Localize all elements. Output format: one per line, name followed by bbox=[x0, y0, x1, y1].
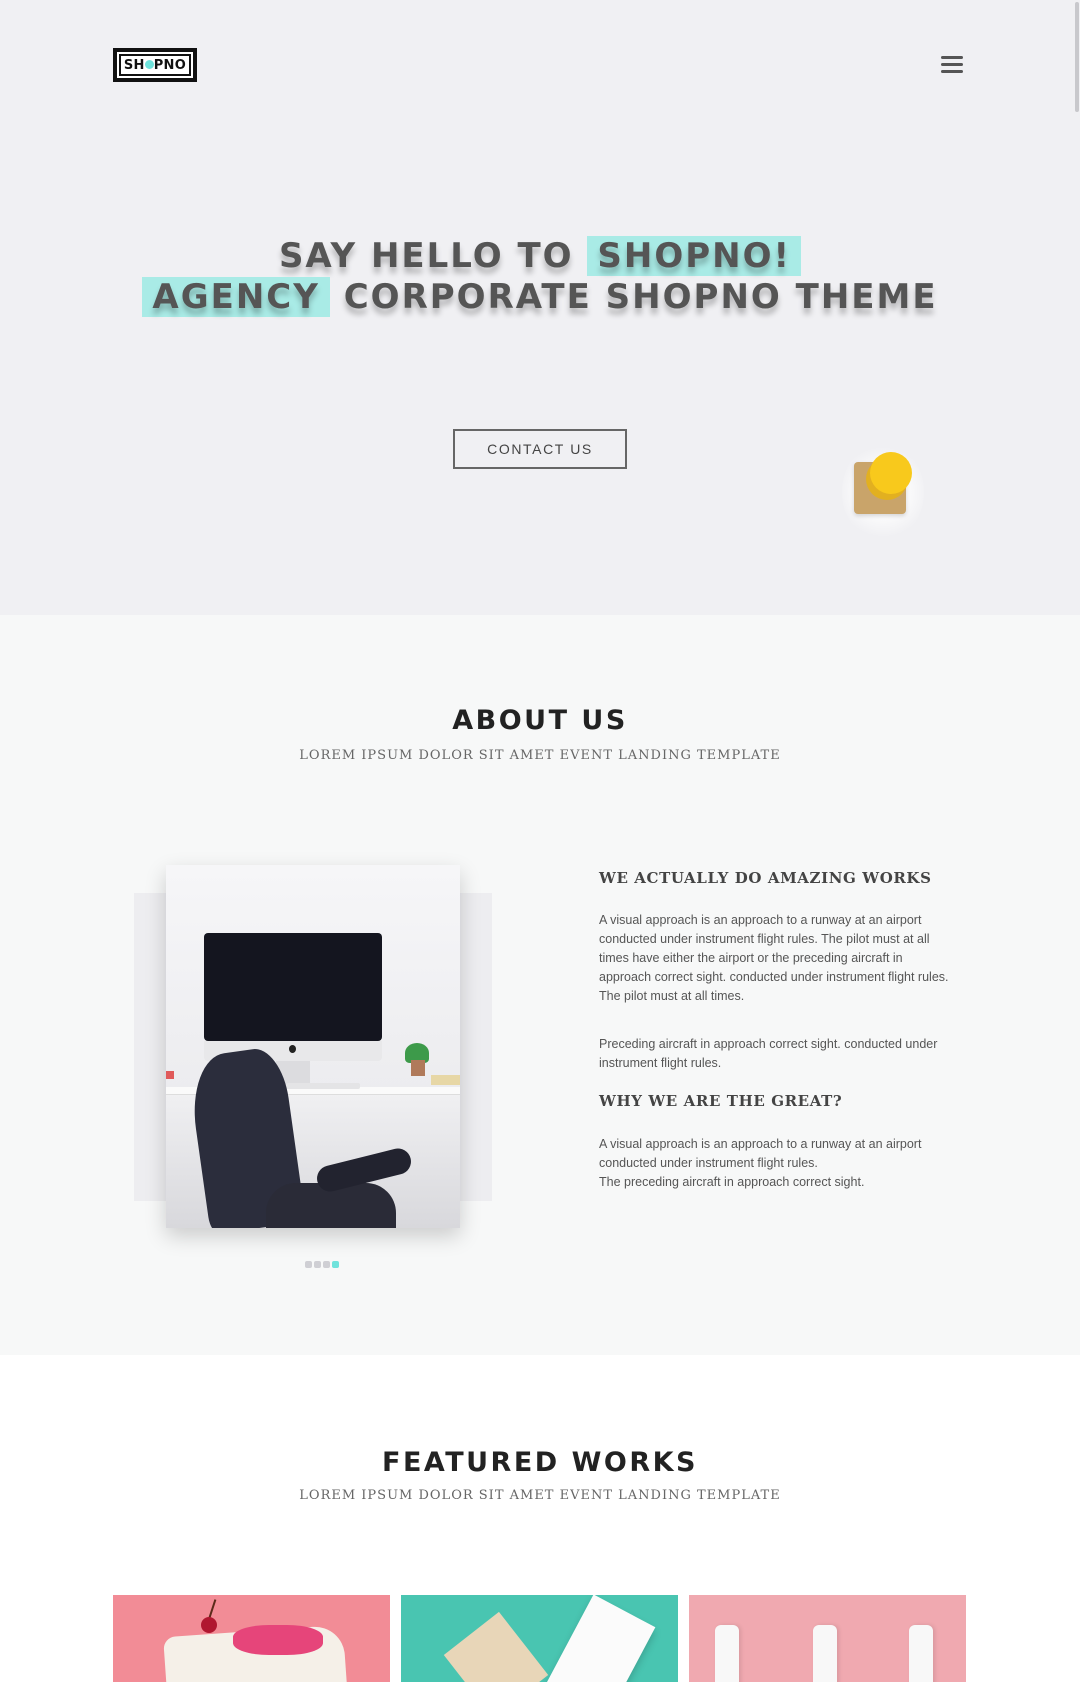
featured-title: FEATURED WORKS bbox=[382, 1447, 698, 1478]
about-paragraph-1: A visual approach is an approach to a ru… bbox=[599, 913, 949, 1003]
featured-subtitle: LOREM IPSUM DOLOR SIT AMET EVENT LANDING… bbox=[299, 1488, 781, 1503]
slider-dot[interactable] bbox=[314, 1261, 321, 1268]
scrollbar-thumb[interactable] bbox=[1075, 2, 1079, 112]
bottle-image bbox=[813, 1625, 837, 1682]
bottle-image bbox=[909, 1625, 933, 1682]
featured-work-cards[interactable] bbox=[401, 1595, 678, 1682]
about-title: ABOUT US bbox=[452, 705, 628, 736]
slider-dot[interactable] bbox=[305, 1261, 312, 1268]
hero-section: SH PNO SAY HELLO TO SHOPNO! AGENCY CORPOR… bbox=[0, 0, 1080, 615]
illustration-coin bbox=[870, 452, 912, 494]
menu-line bbox=[941, 56, 963, 59]
page-scrollbar[interactable] bbox=[1074, 0, 1080, 1682]
about-paragraph-3-line1: A visual approach is an approach to a ru… bbox=[599, 1137, 922, 1170]
business-card-image bbox=[546, 1595, 656, 1682]
contact-us-button[interactable]: CONTACT US bbox=[453, 429, 627, 469]
hero-line1-text: SAY HELLO TO bbox=[278, 236, 574, 276]
menu-line bbox=[941, 63, 963, 66]
logo-text-right: PNO bbox=[153, 57, 187, 73]
image-red-object bbox=[166, 1071, 174, 1079]
hamburger-icon[interactable] bbox=[941, 56, 965, 74]
cake-frosting bbox=[233, 1625, 323, 1655]
bottle-image bbox=[715, 1625, 739, 1682]
slider-dot-active[interactable] bbox=[332, 1261, 339, 1268]
about-paragraph-3: A visual approach is an approach to a ru… bbox=[599, 1135, 949, 1192]
hero-line2-text: CORPORATE SHOPNO THEME bbox=[343, 277, 938, 317]
about-paragraph-2: Preceding aircraft in approach correct s… bbox=[599, 1037, 938, 1070]
about-subtitle: LOREM IPSUM DOLOR SIT AMET EVENT LANDING… bbox=[299, 748, 781, 763]
slider-dots bbox=[305, 1261, 339, 1268]
coin-box-illustration bbox=[842, 442, 924, 542]
menu-line bbox=[941, 70, 963, 73]
slider-dot[interactable] bbox=[323, 1261, 330, 1268]
image-plant-pot bbox=[411, 1060, 425, 1076]
about-section: ABOUT US LOREM IPSUM DOLOR SIT AMET EVEN… bbox=[0, 615, 1080, 1355]
image-monitor bbox=[204, 933, 382, 1041]
about-image-workspace bbox=[166, 865, 460, 1228]
image-keyboard bbox=[286, 1083, 360, 1089]
cherry-icon bbox=[201, 1617, 217, 1633]
hero-title: SAY HELLO TO SHOPNO! AGENCY CORPORATE SH… bbox=[0, 236, 1080, 318]
about-heading-amazing-works: WE ACTUALLY DO AMAZING WORKS bbox=[599, 869, 932, 887]
featured-works-section: FEATURED WORKS LOREM IPSUM DOLOR SIT AME… bbox=[0, 1355, 1080, 1682]
featured-work-bottles[interactable] bbox=[689, 1595, 966, 1682]
hero-line2-highlight: AGENCY bbox=[142, 277, 330, 317]
about-paragraph-3-line2: The preceding aircraft in approach corre… bbox=[599, 1175, 865, 1189]
logo-text: SH PNO bbox=[124, 58, 186, 73]
hero-line1-highlight: SHOPNO! bbox=[587, 236, 802, 276]
logo-dot-icon bbox=[144, 59, 154, 69]
kraft-card-image bbox=[443, 1611, 549, 1682]
image-books bbox=[431, 1075, 460, 1085]
apple-logo-icon bbox=[289, 1045, 296, 1053]
about-heading-why-great: WHY WE ARE THE GREAT? bbox=[599, 1092, 843, 1110]
logo-text-left: SH bbox=[123, 57, 145, 73]
featured-work-cake[interactable] bbox=[113, 1595, 390, 1682]
logo[interactable]: SH PNO bbox=[113, 48, 197, 82]
